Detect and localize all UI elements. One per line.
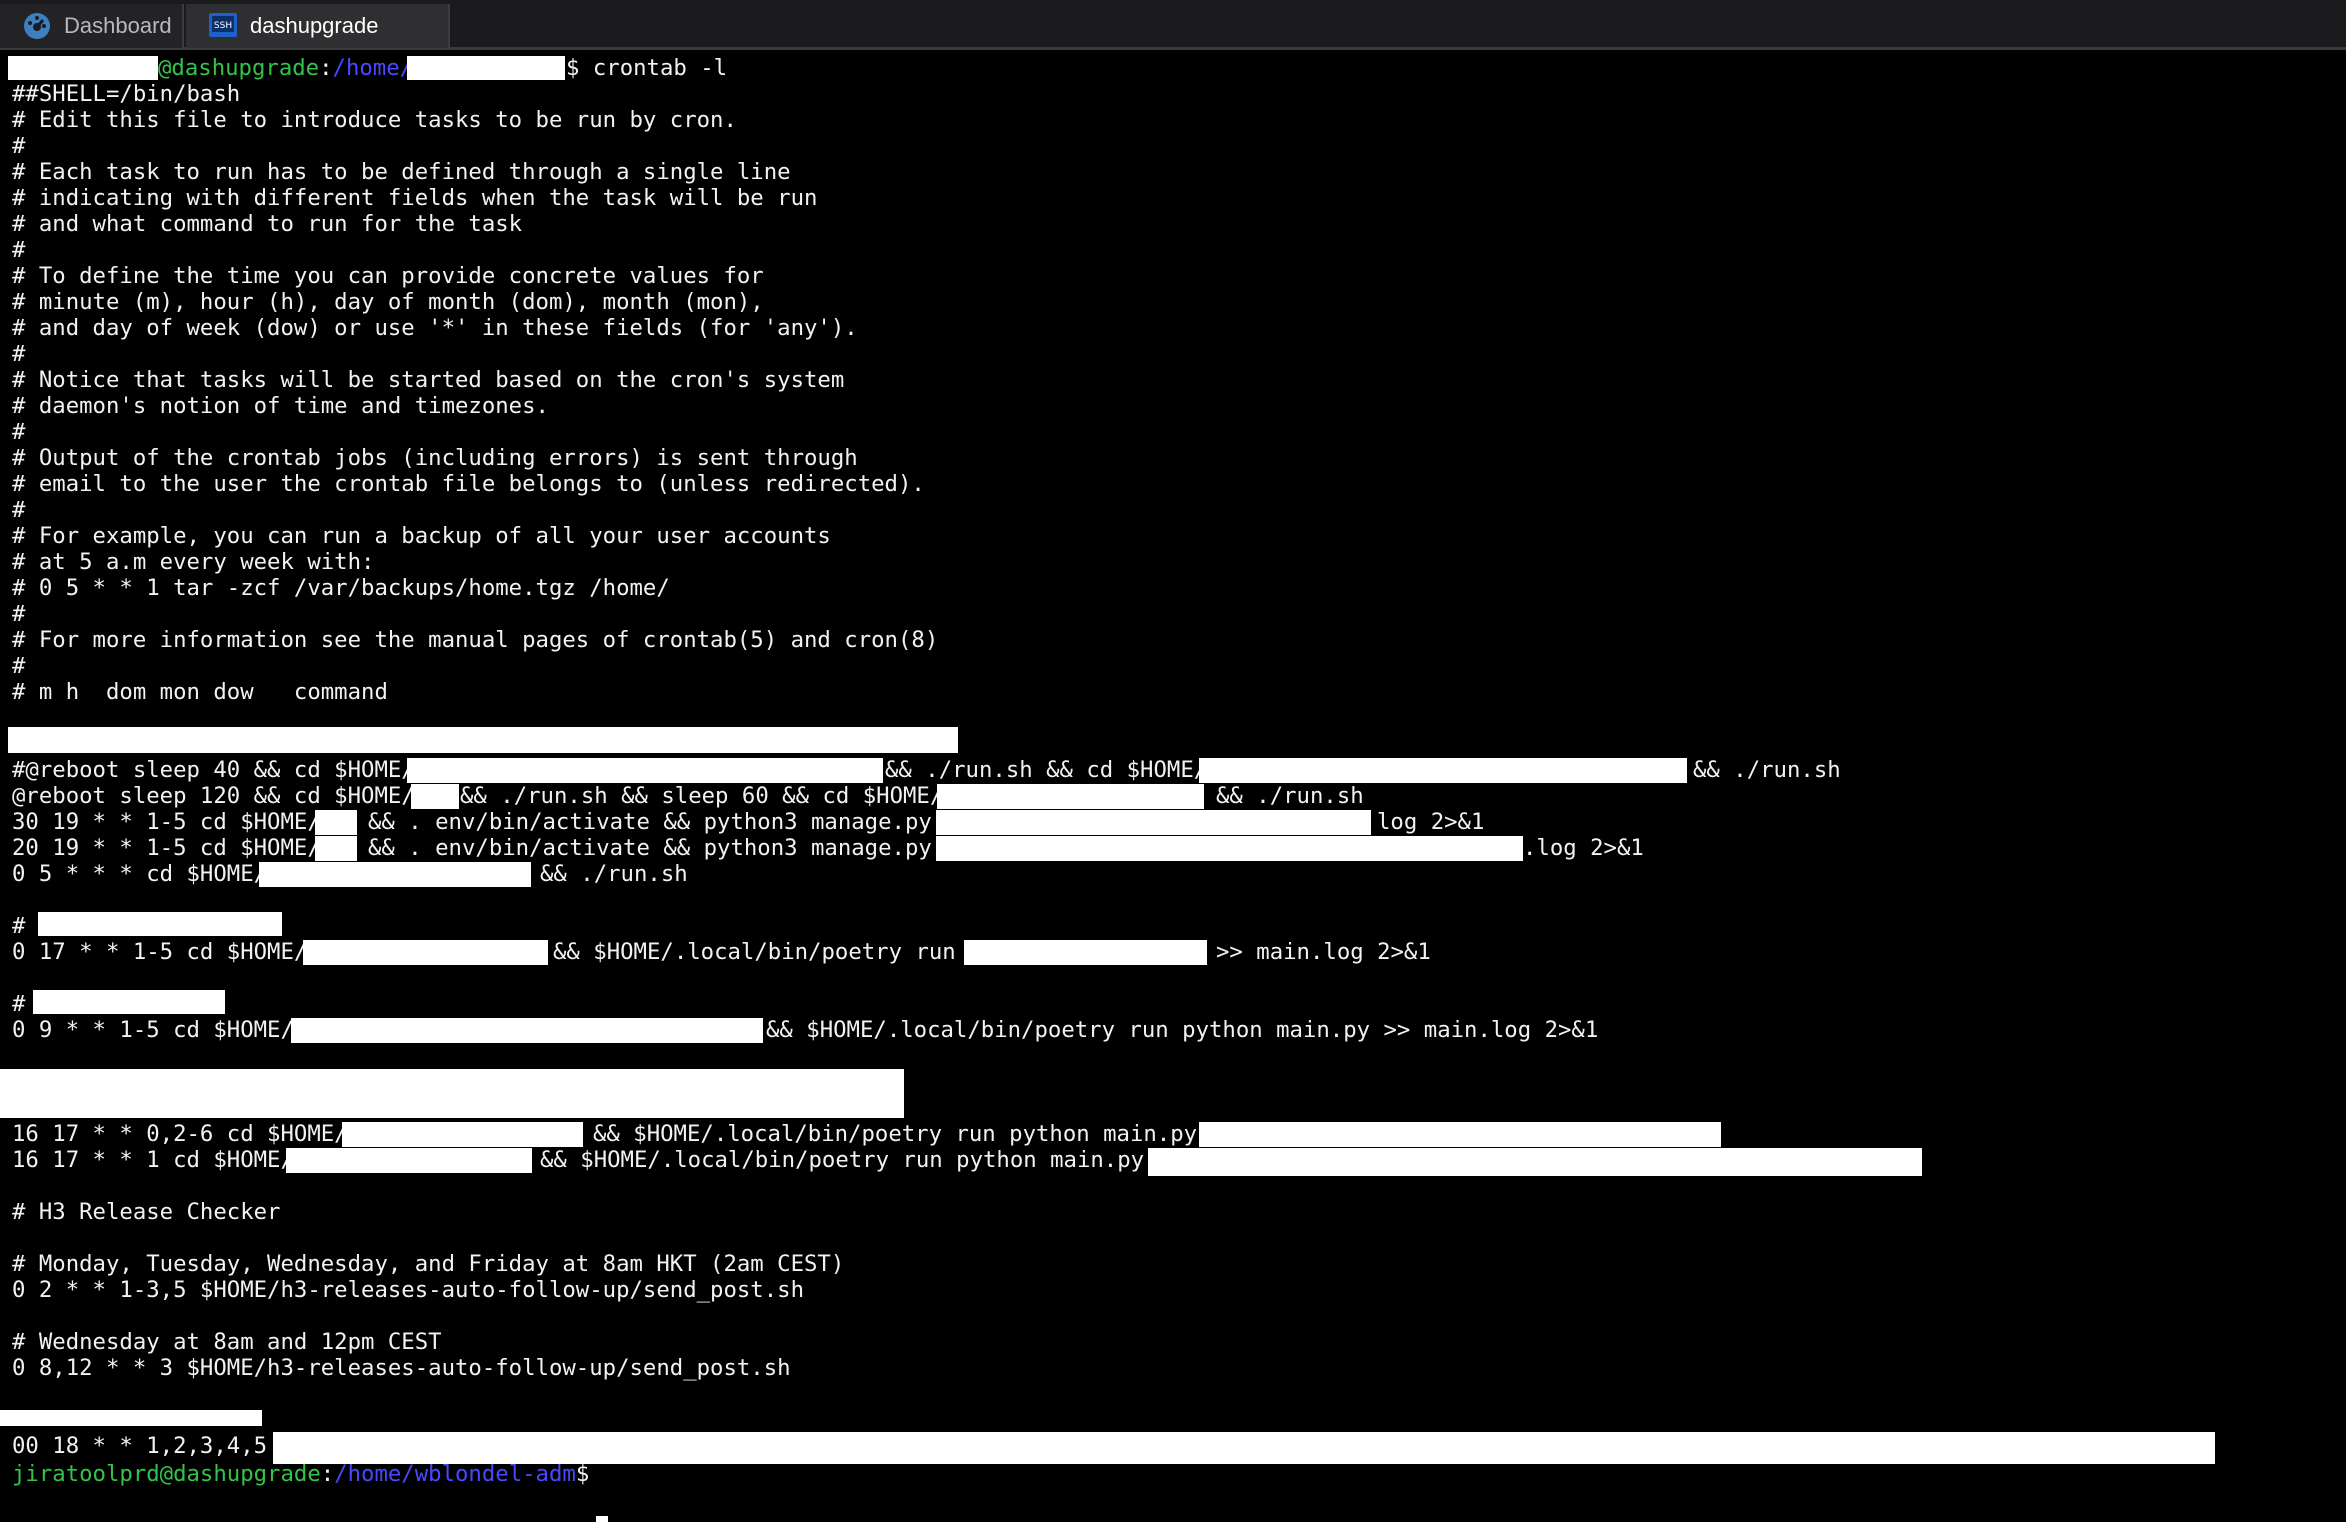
redacted-block xyxy=(407,758,883,783)
crontab-line: # xyxy=(12,497,26,523)
redacted-block xyxy=(964,940,1207,965)
cron-job: #@reboot sleep 40 && cd $HOME/ xyxy=(12,757,415,783)
redacted-block xyxy=(342,1122,583,1147)
redacted-block xyxy=(315,836,357,861)
redacted-block xyxy=(286,1148,532,1173)
cron-comment: # xyxy=(12,991,26,1017)
cron-comment: # Wednesday at 8am and 12pm CEST xyxy=(12,1329,442,1355)
prompt-path: /home/wblondel-adm xyxy=(334,1461,576,1487)
redacted-block xyxy=(1148,1148,1922,1176)
cron-job: 0 17 * * 1-5 cd $HOME/ xyxy=(12,939,308,965)
prompt-user-host: jiratoolprd@dashupgrade xyxy=(12,1461,321,1487)
redacted-block xyxy=(937,784,1204,809)
cron-job: 16 17 * * 1 cd $HOME/ xyxy=(12,1147,294,1173)
crontab-line: # minute (m), hour (h), day of month (do… xyxy=(12,289,764,315)
cron-job: && ./run.sh xyxy=(1693,757,1841,783)
cron-job: && ./run.sh && sleep 60 && cd $HOME/ xyxy=(460,783,944,809)
cron-job: 0 2 * * 1-3,5 $HOME/h3-releases-auto-fol… xyxy=(12,1277,805,1303)
redacted-block xyxy=(0,1410,262,1426)
crontab-line: # and day of week (dow) or use '*' in th… xyxy=(12,315,858,341)
cron-comment: # Monday, Tuesday, Wednesday, and Friday… xyxy=(12,1251,845,1277)
crontab-line: # and what command to run for the task xyxy=(12,211,523,237)
crontab-line: # m h dom mon dow command xyxy=(12,679,388,705)
cron-comment: # xyxy=(12,913,26,939)
cron-comment: # H3 Release Checker xyxy=(12,1199,281,1225)
redacted-block xyxy=(38,912,282,936)
cron-job: 00 18 * * 1,2,3,4,5 xyxy=(12,1433,268,1459)
prompt-host: @dashupgrade:/home/ xyxy=(158,55,414,81)
redacted-block xyxy=(407,56,565,80)
redacted-block xyxy=(259,862,531,887)
redacted-block xyxy=(33,990,225,1014)
cron-job: >> main.log 2>&1 xyxy=(1216,939,1431,965)
cron-job: 30 19 * * 1-5 cd $HOME/ xyxy=(12,809,321,835)
crontab-line: # at 5 a.m every week with: xyxy=(12,549,375,575)
redacted-block xyxy=(315,810,357,835)
crontab-line: # xyxy=(12,341,26,367)
cron-job: && $HOME/.local/bin/poetry run python ma… xyxy=(540,1147,1145,1173)
crontab-line: # For example, you can run a backup of a… xyxy=(12,523,831,549)
redacted-block xyxy=(0,1069,904,1118)
redacted-block xyxy=(936,810,1371,835)
tab-dashupgrade-label: dashupgrade xyxy=(250,13,379,38)
cron-job: && $HOME/.local/bin/poetry run python ma… xyxy=(766,1017,1599,1043)
crontab-line: # For more information see the manual pa… xyxy=(12,627,939,653)
cron-job: && . env/bin/activate && python3 manage.… xyxy=(368,809,932,835)
cron-job: @reboot sleep 120 && cd $HOME/ xyxy=(12,783,415,809)
crontab-line: # xyxy=(12,133,26,159)
cron-job: 16 17 * * 0,2-6 cd $HOME/ xyxy=(12,1121,348,1147)
shell-prompt: jiratoolprd@dashupgrade:/home/wblondel-a… xyxy=(12,1461,603,1487)
cron-job: && $HOME/.local/bin/poetry run python ma… xyxy=(593,1121,1198,1147)
redacted-block xyxy=(8,727,958,753)
crontab-line: # Each task to run has to be defined thr… xyxy=(12,159,791,185)
cron-job: && ./run.sh xyxy=(540,861,688,887)
redacted-block xyxy=(1199,1122,1721,1147)
cron-job: && $HOME/.local/bin/poetry run xyxy=(553,939,956,965)
crontab-line: # Output of the crontab jobs (including … xyxy=(12,445,858,471)
cron-job: && . env/bin/activate && python3 manage.… xyxy=(368,835,932,861)
dashboard-icon xyxy=(24,13,50,39)
redacted-block xyxy=(273,1432,2215,1464)
cron-job: && ./run.sh && cd $HOME/ xyxy=(885,757,1208,783)
svg-text:SSH: SSH xyxy=(214,21,232,31)
redacted-block xyxy=(411,784,459,809)
redacted-block xyxy=(303,940,548,965)
crontab-line: # indicating with different fields when … xyxy=(12,185,818,211)
crontab-line: # daemon's notion of time and timezones. xyxy=(12,393,549,419)
crontab-line: # email to the user the crontab file bel… xyxy=(12,471,925,497)
terminal-output[interactable]: @dashupgrade:/home/ $ crontab -l ##SHELL… xyxy=(0,50,2346,1522)
prompt-command: $ crontab -l xyxy=(566,55,728,81)
tab-dashboard-label: Dashboard xyxy=(64,13,172,38)
crontab-line: # Edit this file to introduce tasks to b… xyxy=(12,107,737,133)
tab-bar: Dashboard SSH dashupgrade xyxy=(0,0,2346,50)
ssh-terminal-icon: SSH xyxy=(209,13,237,37)
cron-job: && ./run.sh xyxy=(1216,783,1364,809)
cron-job: 0 9 * * 1-5 cd $HOME/ xyxy=(12,1017,294,1043)
crontab-line: # xyxy=(12,237,26,263)
tab-dashupgrade[interactable]: SSH dashupgrade xyxy=(186,4,450,48)
redacted-block xyxy=(8,56,158,80)
terminal-cursor[interactable] xyxy=(596,1516,608,1522)
cron-job: 0 5 * * * cd $HOME/ xyxy=(12,861,268,887)
redacted-block xyxy=(1199,758,1687,783)
redacted-block xyxy=(291,1018,763,1043)
crontab-line: # To define the time you can provide con… xyxy=(12,263,764,289)
crontab-line: # xyxy=(12,601,26,627)
crontab-line: # xyxy=(12,653,26,679)
crontab-line: # Notice that tasks will be started base… xyxy=(12,367,845,393)
cron-job: 20 19 * * 1-5 cd $HOME/ xyxy=(12,835,321,861)
redacted-block xyxy=(936,836,1523,861)
tab-dashboard[interactable]: Dashboard xyxy=(0,4,184,48)
crontab-line: ##SHELL=/bin/bash xyxy=(12,81,241,107)
crontab-line: # xyxy=(12,419,26,445)
cron-job: log 2>&1 xyxy=(1377,809,1485,835)
cron-job: .log 2>&1 xyxy=(1523,835,1644,861)
crontab-line: # 0 5 * * 1 tar -zcf /var/backups/home.t… xyxy=(12,575,670,601)
cron-job: 0 8,12 * * 3 $HOME/h3-releases-auto-foll… xyxy=(12,1355,791,1381)
